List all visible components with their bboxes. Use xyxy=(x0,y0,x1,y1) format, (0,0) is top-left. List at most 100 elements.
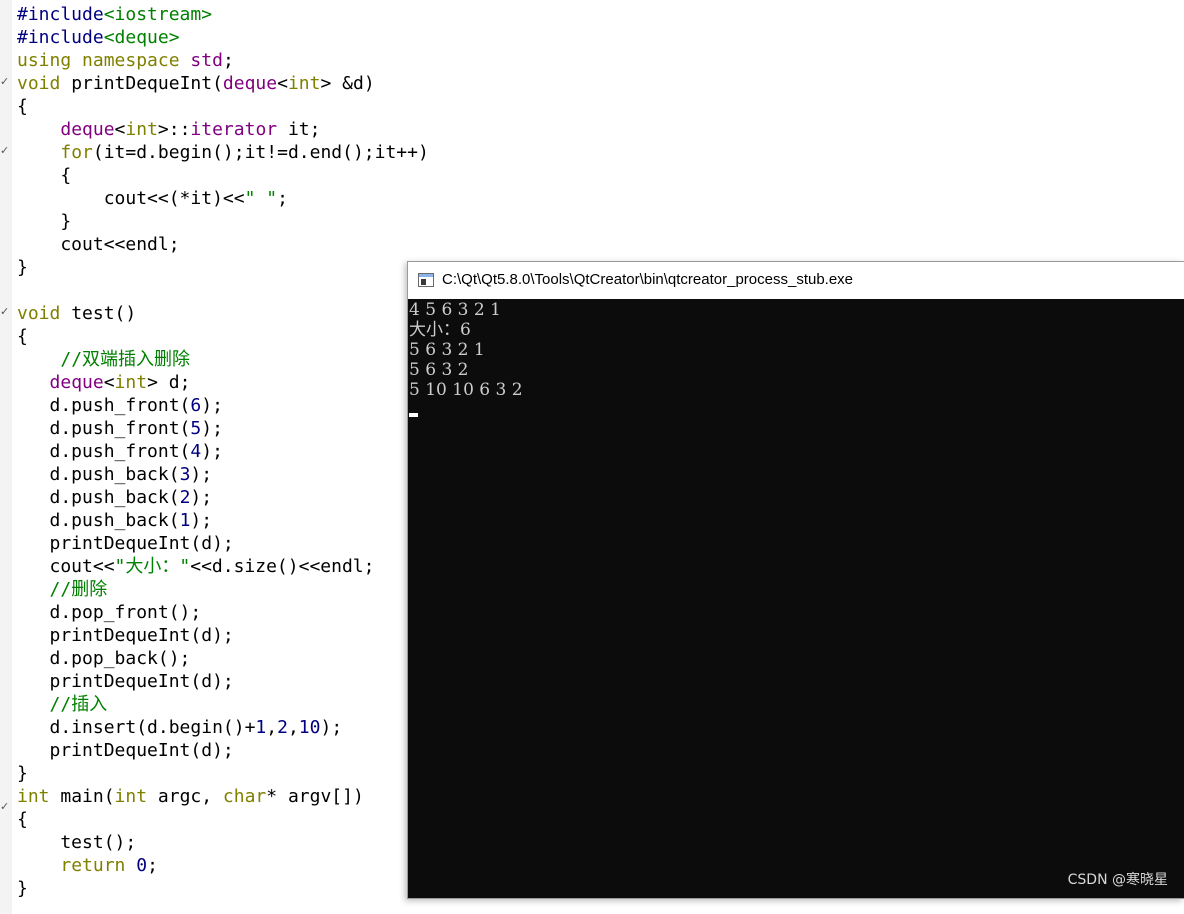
code-token: < xyxy=(103,372,115,393)
code-line[interactable]: printDequeInt(d); xyxy=(17,532,429,555)
code-token: char xyxy=(222,786,267,807)
code-token: cout<<(*it)<< xyxy=(17,188,245,209)
code-line[interactable]: //插入 xyxy=(17,693,429,716)
code-line[interactable]: d.push_front(4); xyxy=(17,440,429,463)
code-token: 3 xyxy=(179,464,191,485)
code-line[interactable]: { xyxy=(17,164,429,187)
code-token: //插入 xyxy=(49,694,108,715)
screen: ✓ ✓ ✓ ✓ #include<iostream> #include<deque… xyxy=(0,0,1184,914)
code-line[interactable]: } xyxy=(17,256,429,279)
code-token: d.push_back( xyxy=(17,487,180,508)
code-token: int xyxy=(114,372,148,393)
code-token: { xyxy=(17,96,28,117)
code-line[interactable]: d.insert(d.begin()+1,2,10); xyxy=(17,716,429,739)
code-token: ); xyxy=(201,395,223,416)
code-token: std xyxy=(190,50,223,71)
code-line[interactable]: { xyxy=(17,325,429,348)
code-line[interactable] xyxy=(17,279,429,302)
console-window[interactable]: C:\Qt\Qt5.8.0\Tools\QtCreator\bin\qtcrea… xyxy=(407,261,1184,899)
code-token: //删除 xyxy=(49,579,108,600)
code-token: cout<<endl; xyxy=(17,234,180,255)
console-text-cursor xyxy=(409,413,418,417)
code-line[interactable]: d.pop_back(); xyxy=(17,647,429,670)
code-token: 0 xyxy=(136,855,148,876)
code-line[interactable]: d.push_back(2); xyxy=(17,486,429,509)
code-line[interactable]: for(it=d.begin();it!=d.end();it++) xyxy=(17,141,428,164)
code-line[interactable]: //删除 xyxy=(17,578,429,601)
code-token: d.push_back( xyxy=(17,464,180,485)
code-line[interactable]: #include<iostream> xyxy=(17,3,429,26)
code-line[interactable]: d.push_back(3); xyxy=(17,463,429,486)
code-token: d.pop_front(); xyxy=(17,602,202,623)
code-line[interactable]: deque<int> d; xyxy=(17,371,429,394)
code-line[interactable]: using namespace std; xyxy=(17,49,429,72)
console-output-line: 4 5 6 3 2 1 xyxy=(409,300,501,320)
code-line[interactable]: int main(int argc, char* argv[]) xyxy=(17,785,429,808)
code-token: deque xyxy=(60,119,115,140)
console-titlebar[interactable]: C:\Qt\Qt5.8.0\Tools\QtCreator\bin\qtcrea… xyxy=(408,262,1184,299)
code-line[interactable]: void test() xyxy=(17,302,429,325)
console-output[interactable]: 4 5 6 3 2 1 大小：6 5 6 3 2 15 6 3 25 10 10 6… xyxy=(409,300,1179,400)
code-line[interactable]: } xyxy=(17,210,429,233)
code-token: { xyxy=(17,809,28,830)
code-line[interactable]: { xyxy=(17,808,429,831)
console-window-title: C:\Qt\Qt5.8.0\Tools\QtCreator\bin\qtcrea… xyxy=(442,271,854,288)
fold-marker-icon[interactable]: ✓ xyxy=(0,145,9,156)
code-token: >:: xyxy=(157,119,191,140)
code-token: test() xyxy=(60,303,137,324)
code-token: deque xyxy=(222,73,278,94)
code-token: } xyxy=(17,211,72,232)
code-text-area[interactable]: #include<iostream> #include<deque> using n… xyxy=(17,3,429,900)
code-line[interactable]: //双端插入删除 xyxy=(17,348,429,371)
code-token: #include xyxy=(17,4,104,25)
console-output-line: 5 10 10 6 3 2 xyxy=(409,380,523,400)
code-line[interactable]: return 0; xyxy=(17,854,429,877)
code-token: } xyxy=(17,763,28,784)
code-line[interactable]: cout<<endl; xyxy=(17,233,429,256)
code-token: 1 xyxy=(179,510,191,531)
code-token: 2 xyxy=(277,717,288,738)
fold-marker-icon[interactable]: ✓ xyxy=(0,801,9,812)
code-line[interactable]: } xyxy=(17,762,429,785)
code-token: "大小：" xyxy=(114,556,191,577)
code-token: 5 xyxy=(190,418,202,439)
code-token: printDequeInt( xyxy=(60,73,223,94)
code-line[interactable]: printDequeInt(d); xyxy=(17,624,429,647)
code-line[interactable]: d.push_back(1); xyxy=(17,509,429,532)
code-token: ; xyxy=(147,855,158,876)
code-line[interactable]: void printDequeInt(deque<int> &d) xyxy=(17,72,429,95)
fold-marker-icon[interactable]: ✓ xyxy=(0,76,9,87)
code-line[interactable]: { xyxy=(17,95,429,118)
code-token: " " xyxy=(244,188,278,209)
code-token: printDequeInt(d); xyxy=(17,671,234,692)
console-output-line: 5 6 3 2 1 xyxy=(409,340,485,360)
code-line[interactable]: d.push_front(5); xyxy=(17,417,429,440)
code-token: cout<< xyxy=(17,556,115,577)
code-token: { xyxy=(17,165,72,186)
code-token: //双端插入删除 xyxy=(60,349,191,370)
code-line[interactable]: #include<deque> xyxy=(17,26,429,49)
code-line[interactable]: printDequeInt(d); xyxy=(17,670,429,693)
watermark: CSDN @寒晓星 xyxy=(1067,872,1168,888)
code-token: int xyxy=(114,786,148,807)
code-line[interactable]: printDequeInt(d); xyxy=(17,739,429,762)
code-line[interactable]: } xyxy=(17,877,429,900)
code-token: <iostream> xyxy=(103,4,213,25)
code-line[interactable]: d.push_front(6); xyxy=(17,394,429,417)
code-token: ); xyxy=(190,510,213,531)
code-token: d.push_front( xyxy=(17,441,191,462)
code-line[interactable]: deque<int>::iterator it; xyxy=(17,118,429,141)
code-line[interactable]: test(); xyxy=(17,831,429,854)
code-line[interactable]: cout<<"大小："<<d.size()<<endl; xyxy=(17,555,429,578)
fold-marker-icon[interactable]: ✓ xyxy=(0,306,9,317)
code-line[interactable]: cout<<(*it)<<" "; xyxy=(17,187,429,210)
editor-gutter[interactable]: ✓ ✓ ✓ ✓ xyxy=(0,0,12,914)
code-line[interactable]: d.pop_front(); xyxy=(17,601,429,624)
